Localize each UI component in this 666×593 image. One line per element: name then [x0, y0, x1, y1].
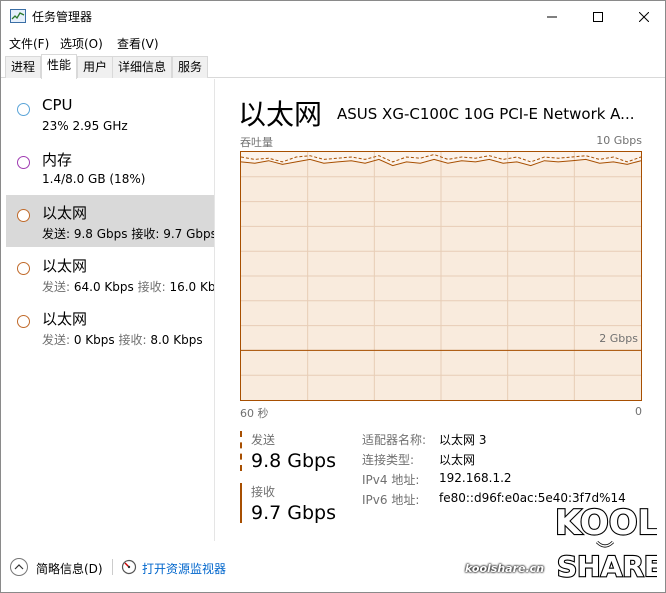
detail-title: 以太网 — [238, 98, 323, 131]
property-value: 以太网 3 — [439, 433, 487, 447]
svg-text:KOOL: KOOL — [555, 503, 657, 543]
property-value: 192.168.1.2 — [439, 471, 512, 485]
send-value: 9.8 Gbps — [251, 450, 336, 472]
resource-list: CPU 23% 2.95 GHz 内存 1.4/8.0 GB (18%) 以太网… — [1, 79, 215, 541]
tab-services[interactable]: 服务 — [172, 56, 209, 78]
menu-view[interactable]: 查看(V) — [117, 35, 159, 52]
resource-ethernet-2[interactable]: 以太网 发送: 64.0 Kbps 接收: 16.0 Kb — [6, 248, 214, 300]
chart-time-right: 0 — [635, 405, 642, 418]
resource-ethernet-3[interactable]: 以太网 发送: 0 Kbps 接收: 8.0 Kbps — [6, 301, 214, 353]
receive-stat: 接收 9.7 Gbps — [240, 483, 350, 524]
ethernet-graph-icon — [17, 209, 30, 222]
menu-options[interactable]: 选项(O) — [60, 35, 103, 52]
svg-text:SHARE: SHARE — [557, 550, 657, 583]
send-label: 发送 — [251, 433, 276, 447]
cpu-graph-icon — [17, 103, 30, 116]
window-title: 任务管理器 — [32, 10, 93, 24]
fewer-details-label[interactable]: 简略信息(D) — [36, 560, 103, 577]
property-key: IPv4 地址: — [362, 473, 420, 487]
minimize-icon — [547, 16, 557, 17]
chevron-up-icon — [14, 564, 24, 570]
resource-name: 内存 — [42, 151, 73, 169]
throughput-chart — [240, 151, 642, 401]
close-button[interactable] — [621, 1, 666, 32]
performance-detail: 以太网 ASUS XG-C100C 10G PCI-E Network A...… — [216, 79, 665, 541]
resource-detail: 发送: 0 Kbps 接收: 8.0 Kbps — [42, 333, 203, 347]
chart-max-label: 10 Gbps — [596, 134, 642, 147]
menu-bar: 文件(F) 选项(O) 查看(V) — [1, 32, 665, 54]
resource-memory[interactable]: 内存 1.4/8.0 GB (18%) — [6, 142, 214, 194]
maximize-icon — [593, 11, 603, 22]
chart-title: 吞吐量 — [240, 136, 273, 149]
resource-name: 以太网 — [42, 204, 88, 222]
minimize-button[interactable] — [529, 1, 575, 32]
resource-detail: 1.4/8.0 GB (18%) — [42, 172, 146, 186]
menu-file[interactable]: 文件(F) — [9, 35, 49, 52]
receive-label: 接收 — [251, 485, 276, 499]
koolshare-logo: KOOL SHARE — [553, 498, 664, 584]
receive-value: 9.7 Gbps — [251, 502, 336, 524]
maximize-button[interactable] — [575, 1, 621, 32]
resource-cpu[interactable]: CPU 23% 2.95 GHz — [6, 89, 214, 141]
chart-time-left: 60 秒 — [240, 407, 269, 420]
resource-monitor-icon[interactable] — [121, 559, 137, 575]
tab-details[interactable]: 详细信息 — [112, 56, 173, 78]
throughput-chart-svg — [241, 152, 641, 400]
memory-graph-icon — [17, 156, 30, 169]
tab-performance[interactable]: 性能 — [41, 54, 78, 79]
close-icon — [639, 11, 649, 22]
property-value: 以太网 — [439, 453, 476, 467]
property-key: 连接类型: — [362, 453, 415, 467]
task-manager-window: 任务管理器 文件(F) 选项(O) 查看(V) 进程 性能 用户 详细信息 服务… — [0, 0, 666, 593]
resource-detail: 23% 2.95 GHz — [42, 119, 128, 133]
property-key: IPv6 地址: — [362, 493, 420, 507]
chart-mid-label: 2 Gbps — [599, 332, 638, 345]
ethernet-graph-icon — [17, 315, 30, 328]
title-bar[interactable]: 任务管理器 — [1, 1, 665, 32]
resource-name: 以太网 — [42, 310, 88, 328]
open-resource-monitor-link[interactable]: 打开资源监视器 — [142, 560, 226, 577]
property-key: 适配器名称: — [362, 433, 427, 447]
resource-detail: 发送: 64.0 Kbps 接收: 16.0 Kb — [42, 280, 214, 294]
resource-name: CPU — [42, 96, 73, 114]
task-manager-icon — [10, 9, 26, 23]
resource-ethernet-1[interactable]: 以太网 发送: 9.8 Gbps 接收: 9.7 Gbps — [6, 195, 214, 247]
footer-divider — [112, 559, 113, 575]
adapter-model: ASUS XG-C100C 10G PCI-E Network A... — [337, 105, 635, 123]
resource-detail: 发送: 9.8 Gbps 接收: 9.7 Gbps — [42, 227, 214, 241]
fewer-details-button[interactable] — [10, 558, 28, 576]
ethernet-graph-icon — [17, 262, 30, 275]
resource-name: 以太网 — [42, 257, 88, 275]
tab-bar: 进程 性能 用户 详细信息 服务 — [1, 54, 665, 79]
send-stat: 发送 9.8 Gbps — [240, 431, 350, 472]
tab-users[interactable]: 用户 — [77, 56, 114, 78]
watermark-site: koolshare.cn — [465, 562, 545, 575]
tab-processes[interactable]: 进程 — [5, 56, 42, 78]
